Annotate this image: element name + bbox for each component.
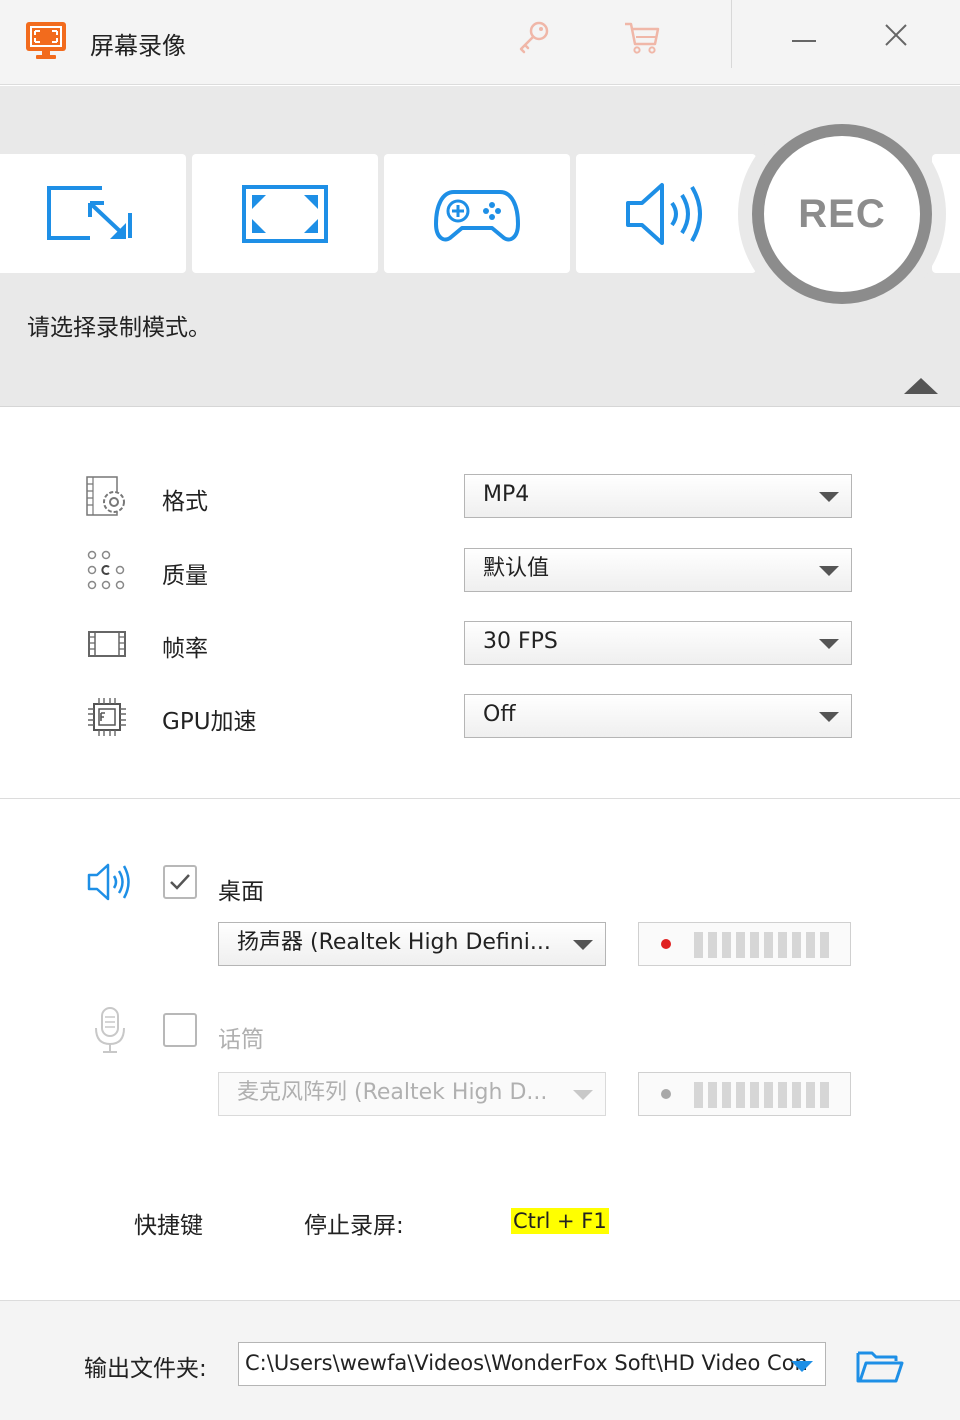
framerate-icon bbox=[88, 631, 126, 657]
desktop-checkbox[interactable] bbox=[163, 865, 197, 899]
microphone-icon bbox=[95, 1007, 125, 1053]
output-footer: 输出文件夹: C:\Users\wewfa\Videos\WonderFox S… bbox=[0, 1300, 960, 1420]
mode-panel: REC 请选择录制模式。 bbox=[0, 86, 960, 407]
chevron-down-icon[interactable] bbox=[791, 1361, 813, 1372]
framerate-select[interactable]: 30 FPS bbox=[464, 621, 852, 665]
more-mode-tile[interactable] bbox=[932, 154, 960, 273]
key-icon[interactable] bbox=[513, 18, 553, 58]
resize-arrow-icon bbox=[47, 185, 132, 240]
cart-icon[interactable] bbox=[622, 18, 662, 58]
settings-divider bbox=[0, 798, 960, 799]
desktop-speaker-icon bbox=[87, 863, 130, 901]
desktop-level-meter bbox=[638, 922, 851, 966]
chevron-down-icon bbox=[819, 566, 839, 576]
chevron-down-icon bbox=[573, 1090, 593, 1100]
collapse-arrow-icon[interactable] bbox=[904, 378, 938, 394]
hotkey-key: Ctrl + F1 bbox=[511, 1208, 609, 1234]
game-mode-tile[interactable] bbox=[384, 154, 570, 273]
title-bar: 屏幕录像 bbox=[0, 0, 960, 85]
titlebar-separator bbox=[731, 0, 732, 68]
format-value: MP4 bbox=[483, 482, 530, 507]
gpu-chip-icon bbox=[88, 698, 126, 736]
desktop-level-bars bbox=[694, 932, 830, 958]
gpu-select[interactable]: Off bbox=[464, 694, 852, 738]
folder-open-icon[interactable] bbox=[856, 1349, 904, 1383]
desktop-level-dot bbox=[661, 939, 671, 949]
region-mode-tile[interactable] bbox=[0, 154, 186, 273]
mode-hint: 请选择录制模式。 bbox=[27, 315, 211, 341]
desktop-device-select[interactable]: 扬声器 (Realtek High Defini... bbox=[218, 922, 606, 966]
mic-device-select[interactable]: 麦克风阵列 (Realtek High D... bbox=[218, 1072, 606, 1116]
gamepad-icon bbox=[434, 189, 520, 241]
close-icon[interactable] bbox=[868, 14, 924, 58]
format-gear-icon bbox=[86, 476, 125, 516]
hotkey-action: 停止录屏: bbox=[304, 1213, 404, 1239]
quality-label: 质量 bbox=[162, 563, 208, 589]
format-row: 格式 MP4 bbox=[0, 474, 960, 518]
fullscreen-mode-tile[interactable] bbox=[192, 154, 378, 273]
output-path-input[interactable]: C:\Users\wewfa\Videos\WonderFox Soft\HD … bbox=[238, 1342, 826, 1386]
framerate-value: 30 FPS bbox=[483, 629, 558, 654]
desktop-device-value: 扬声器 (Realtek High Defini... bbox=[237, 930, 551, 955]
gpu-row: GPU加速 Off bbox=[0, 694, 960, 738]
gpu-label: GPU加速 bbox=[162, 709, 257, 735]
chevron-down-icon bbox=[819, 712, 839, 722]
mic-label: 话筒 bbox=[218, 1027, 264, 1053]
desktop-label: 桌面 bbox=[218, 879, 264, 905]
mic-level-meter bbox=[638, 1072, 851, 1116]
format-label: 格式 bbox=[162, 489, 208, 515]
gpu-value: Off bbox=[483, 702, 516, 727]
hotkey-title: 快捷键 bbox=[134, 1213, 203, 1239]
mic-level-dot bbox=[661, 1089, 671, 1099]
format-select[interactable]: MP4 bbox=[464, 474, 852, 518]
quality-row: 质量 默认值 bbox=[0, 548, 960, 592]
quality-select[interactable]: 默认值 bbox=[464, 548, 852, 592]
fullscreen-icon bbox=[242, 184, 328, 243]
rec-button[interactable]: REC bbox=[752, 124, 932, 304]
checkmark-icon bbox=[170, 874, 190, 890]
framerate-row: 帧率 30 FPS bbox=[0, 621, 960, 665]
quality-dots-icon bbox=[87, 550, 125, 590]
app-title: 屏幕录像 bbox=[90, 32, 186, 60]
framerate-label: 帧率 bbox=[162, 636, 208, 662]
mic-device-value: 麦克风阵列 (Realtek High D... bbox=[237, 1080, 548, 1105]
quality-value: 默认值 bbox=[483, 556, 550, 581]
chevron-down-icon bbox=[819, 639, 839, 649]
mic-checkbox[interactable] bbox=[163, 1013, 197, 1047]
audio-only-mode-tile[interactable] bbox=[576, 154, 756, 273]
app-logo-icon bbox=[26, 22, 66, 59]
chevron-down-icon bbox=[819, 492, 839, 502]
mic-level-bars bbox=[694, 1082, 830, 1108]
output-path-value: C:\Users\wewfa\Videos\WonderFox Soft\HD … bbox=[245, 1351, 808, 1375]
output-folder-label: 输出文件夹: bbox=[84, 1356, 207, 1382]
speaker-icon bbox=[626, 182, 702, 245]
chevron-down-icon bbox=[573, 940, 593, 950]
rec-label: REC bbox=[798, 191, 886, 236]
minimize-icon[interactable] bbox=[776, 14, 832, 58]
